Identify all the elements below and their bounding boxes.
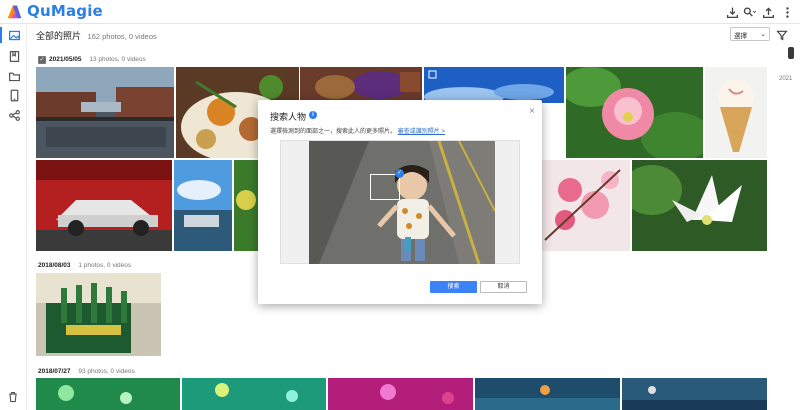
search-icon[interactable] xyxy=(740,4,758,20)
sidebar-item-share[interactable] xyxy=(6,107,22,123)
photo-thumbnail[interactable] xyxy=(36,67,174,158)
dialog-description: 選擇檢測到的面部之一，搜索此人的更多照片。 審查或識別照片 > xyxy=(270,126,445,135)
search-button[interactable]: 搜索 xyxy=(430,281,477,293)
photo-thumbnail[interactable] xyxy=(300,67,422,103)
description-text: 選擇檢測到的面部之一，搜索此人的更多照片。 xyxy=(270,129,397,135)
search-person-dialog: 搜索人物 i × 選擇檢測到的面部之一，搜索此人的更多照片。 審查或識別照片 > xyxy=(258,100,542,304)
photo-thumbnail[interactable] xyxy=(705,67,767,158)
trash-icon[interactable] xyxy=(7,390,20,403)
cancel-button[interactable]: 取消 xyxy=(480,281,527,293)
sidebar xyxy=(0,24,27,410)
top-header: QuMagie xyxy=(0,0,800,24)
photo-thumbnail[interactable] xyxy=(36,160,172,251)
sidebar-item-folders[interactable] xyxy=(6,68,22,84)
section-select-checkbox[interactable]: ✓ xyxy=(38,56,46,64)
photo-thumbnail[interactable] xyxy=(424,67,564,103)
section-date: 2018/08/03 xyxy=(38,262,71,269)
folder-icon xyxy=(8,72,20,81)
photo-thumbnail[interactable] xyxy=(36,273,161,356)
preview-photo xyxy=(309,141,495,264)
sidebar-active-indicator xyxy=(0,27,2,43)
face-detection-box[interactable] xyxy=(370,174,400,200)
face-preview-area: ✓ xyxy=(280,140,520,264)
app-window: QuMagie 全部的照片 162 photos, 0 videos 選擇 ⌄ … xyxy=(0,0,800,410)
section-date: 2018/07/27 xyxy=(38,368,71,375)
section-count: 1 photos, 0 videos xyxy=(78,262,132,269)
album-icon xyxy=(9,50,19,62)
select-label: 選擇 xyxy=(734,33,747,40)
photo-thumbnail[interactable] xyxy=(234,160,258,251)
photo-thumbnail[interactable] xyxy=(632,160,767,251)
device-icon xyxy=(10,89,18,101)
section-count: 93 photos, 0 videos xyxy=(78,368,135,375)
section-count: 13 photos, 0 videos xyxy=(89,56,146,63)
page-title-bar: 全部的照片 162 photos, 0 videos xyxy=(36,29,157,42)
review-faces-link[interactable]: 審查或識別照片 > xyxy=(398,129,445,135)
check-icon: ✓ xyxy=(395,169,404,178)
chevron-down-icon: ⌄ xyxy=(760,31,766,38)
more-icon[interactable] xyxy=(779,4,795,20)
qumagie-logo-icon xyxy=(7,5,22,19)
photo-count: 162 photos, 0 videos xyxy=(87,32,157,41)
photo-thumbnail[interactable] xyxy=(540,160,630,251)
info-icon[interactable]: i xyxy=(309,111,317,119)
download-icon[interactable] xyxy=(724,4,740,20)
upload-icon[interactable] xyxy=(760,4,776,20)
photo-thumbnail[interactable] xyxy=(566,67,703,158)
sidebar-item-albums[interactable] xyxy=(6,48,22,64)
filter-icon[interactable] xyxy=(776,28,788,41)
photo-thumbnail[interactable] xyxy=(36,378,180,410)
photo-thumbnail[interactable] xyxy=(182,378,326,410)
photos-icon xyxy=(8,30,20,40)
photo-thumbnail[interactable] xyxy=(475,378,620,410)
share-icon xyxy=(8,109,20,121)
timeline-year[interactable]: 2021 xyxy=(779,76,792,82)
photo-thumbnail[interactable] xyxy=(622,378,767,410)
section-header: 2021/05/05 13 photos, 0 videos xyxy=(49,56,146,63)
app-name[interactable]: QuMagie xyxy=(27,2,103,20)
section-date: 2021/05/05 xyxy=(49,56,82,63)
page-title: 全部的照片 xyxy=(36,31,82,41)
photo-thumbnail[interactable] xyxy=(174,160,232,251)
sidebar-item-photos[interactable] xyxy=(6,27,22,43)
sidebar-item-devices[interactable] xyxy=(6,87,22,103)
section-header: 2018/07/27 93 photos, 0 videos xyxy=(38,368,135,375)
close-icon[interactable]: × xyxy=(529,106,535,117)
section-header: 2018/08/03 1 photos, 0 videos xyxy=(38,262,131,269)
select-dropdown[interactable]: 選擇 ⌄ xyxy=(730,27,770,41)
photo-thumbnail[interactable] xyxy=(328,378,473,410)
dialog-title: 搜索人物 xyxy=(270,112,307,122)
timeline-scroll-thumb[interactable] xyxy=(788,47,794,59)
